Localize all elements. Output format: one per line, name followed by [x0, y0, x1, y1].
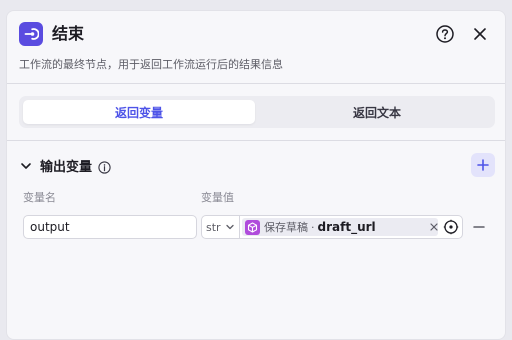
- close-icon[interactable]: [471, 25, 489, 43]
- panel-header: 结束 工作流的最终节点，用于返回工作流运行后的结果信息: [7, 11, 505, 83]
- cube-icon: [245, 219, 260, 235]
- tabs-divider: [7, 140, 505, 141]
- tab-return-variables[interactable]: 返回变量: [23, 100, 255, 124]
- reference-node-name: 保存草稿: [264, 221, 308, 234]
- column-label-value: 变量值: [201, 191, 234, 204]
- chevron-down-icon[interactable]: [19, 158, 33, 172]
- header-divider: [7, 83, 505, 84]
- variable-name-input[interactable]: output: [23, 215, 197, 239]
- clear-reference-icon[interactable]: [428, 218, 440, 236]
- info-icon[interactable]: [98, 159, 111, 174]
- end-node-icon: [19, 22, 43, 46]
- type-select[interactable]: str: [202, 216, 240, 238]
- end-node-panel: 结束 工作流的最终节点，用于返回工作流运行后的结果信息 返回变量 返回文本 输出…: [6, 10, 506, 340]
- plus-icon: [477, 159, 489, 171]
- variable-picker-icon[interactable]: [443, 219, 459, 235]
- column-label-name: 变量名: [23, 191, 56, 204]
- minus-icon: [473, 226, 485, 228]
- help-icon[interactable]: [435, 24, 455, 44]
- output-section-header: 输出变量: [19, 155, 111, 175]
- variable-value-field: str 保存草稿 · draft_url: [201, 215, 463, 239]
- mode-tabs: 返回变量 返回文本: [19, 96, 495, 128]
- variable-reference-tag: 保存草稿 · draft_url: [242, 218, 438, 236]
- panel-title: 结束: [52, 24, 85, 43]
- type-select-value: str: [206, 220, 221, 234]
- reference-separator: ·: [311, 220, 315, 234]
- panel-description: 工作流的最终节点，用于返回工作流运行后的结果信息: [19, 58, 283, 71]
- reference-variable-name: draft_url: [317, 220, 376, 234]
- remove-variable-button[interactable]: [471, 219, 487, 235]
- section-title: 输出变量: [40, 159, 93, 175]
- add-variable-button[interactable]: [471, 153, 495, 177]
- chevron-down-icon: [226, 224, 234, 230]
- tab-return-text[interactable]: 返回文本: [263, 100, 491, 124]
